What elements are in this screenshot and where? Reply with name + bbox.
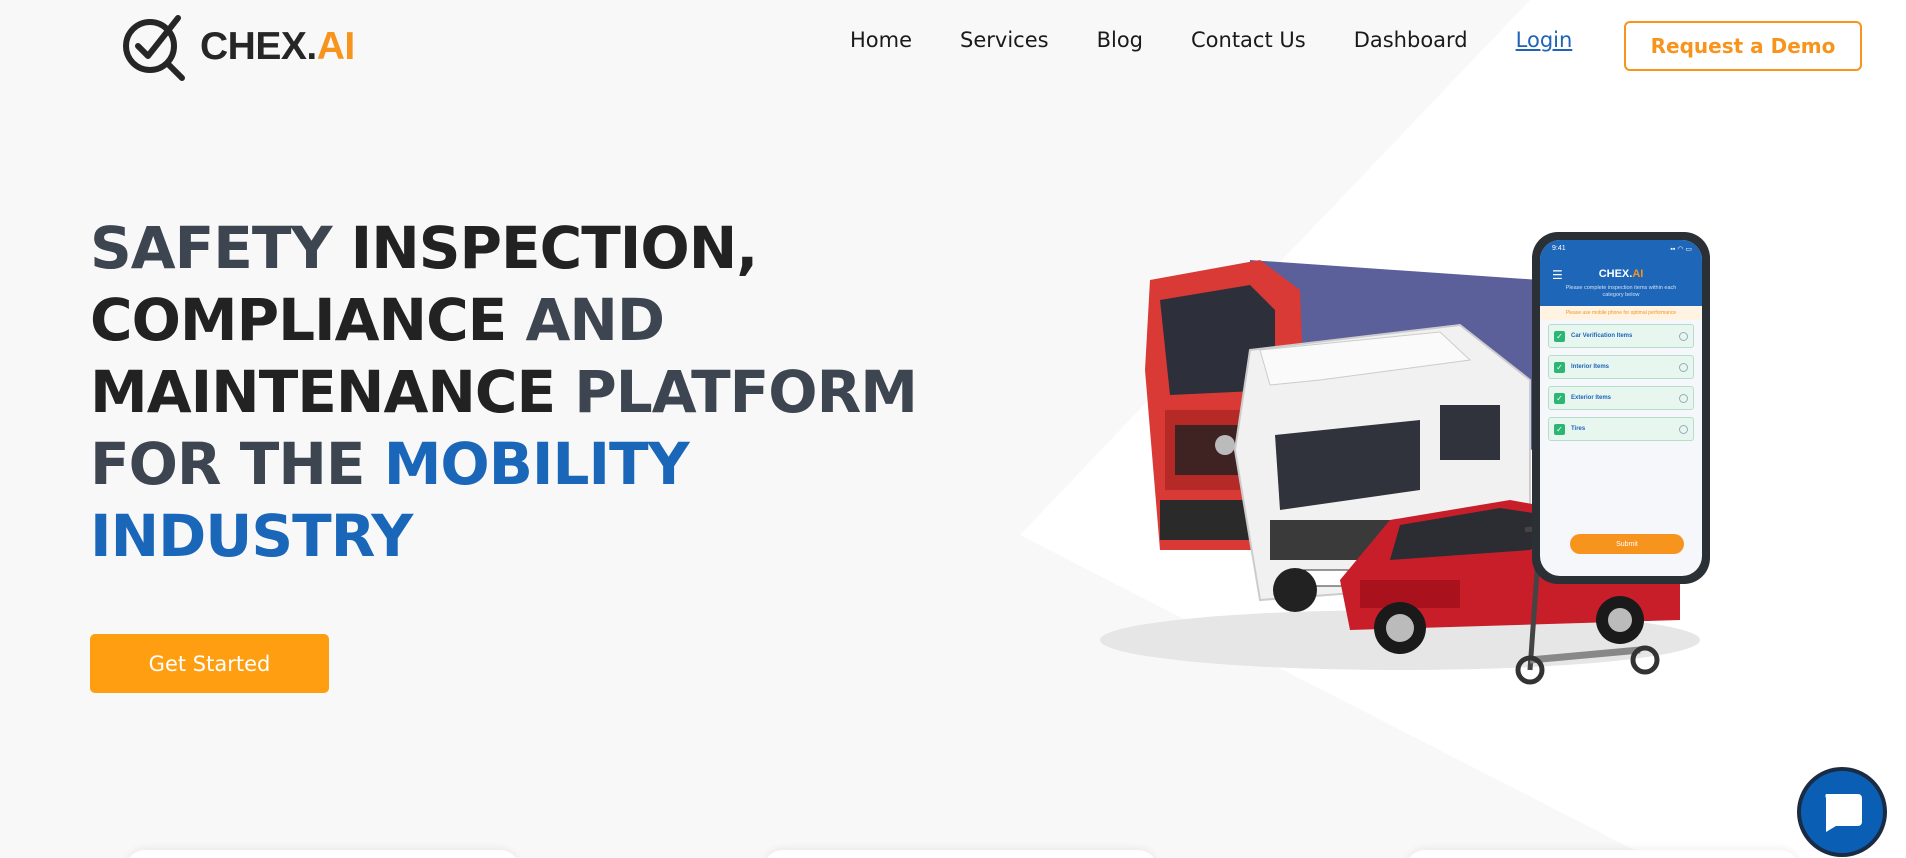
nav-blog[interactable]: Blog (1097, 28, 1143, 52)
phone-checklist-item: ✓ Interior Items (1548, 355, 1694, 379)
nav-home[interactable]: Home (850, 28, 912, 52)
phone-checklist-item: ✓ Exterior Items (1548, 386, 1694, 410)
feature-card-1 (125, 850, 520, 858)
info-icon (1679, 362, 1688, 372)
brand-wordmark: CHEX.AI (200, 25, 355, 68)
phone-checklist: ✓ Car Verification Items ✓ Interior Items … (1540, 320, 1702, 452)
phone-time: 9:41 (1552, 245, 1566, 252)
check-magnifier-icon (123, 15, 185, 81)
nav-dashboard[interactable]: Dashboard (1354, 28, 1468, 52)
brand-logo[interactable]: CHEX.AI (118, 12, 355, 82)
chat-launcher-button[interactable] (1797, 767, 1887, 857)
phone-subtitle: Please complete inspection items within … (1565, 285, 1677, 298)
phone-submit-button: Submit (1570, 534, 1684, 554)
get-started-button[interactable]: Get Started (90, 634, 329, 693)
nav-login[interactable]: Login (1516, 28, 1573, 52)
info-icon (1679, 424, 1688, 434)
phone-warning: Please use mobile phone for optimal perf… (1540, 306, 1702, 320)
nav-contact-us[interactable]: Contact Us (1191, 28, 1306, 52)
feature-card-3 (1405, 850, 1800, 858)
info-icon (1679, 331, 1688, 341)
phone-status-icons: ▪▪ ◠ ▭ (1670, 246, 1692, 253)
phone-header: 9:41 ▪▪ ◠ ▭ ☰ CHEX.AI Please complete in… (1540, 240, 1702, 306)
phone-logo: CHEX.AI (1598, 268, 1644, 280)
hero-heading: SAFETY INSPECTION, COMPLIANCE AND MAINTE… (90, 214, 918, 570)
chat-icon (1825, 794, 1862, 832)
request-demo-button[interactable]: Request a Demo (1624, 21, 1862, 71)
checkbox-checked-icon: ✓ (1554, 392, 1565, 404)
checkbox-checked-icon: ✓ (1554, 330, 1565, 342)
nav-services[interactable]: Services (960, 28, 1049, 52)
phone-checklist-item: ✓ Tires (1548, 417, 1694, 441)
phone-mockup: 9:41 ▪▪ ◠ ▭ ☰ CHEX.AI Please complete in… (1532, 232, 1710, 584)
info-icon (1679, 393, 1688, 403)
feature-card-2 (763, 850, 1158, 858)
main-nav: Home Services Blog Contact Us Dashboard … (850, 28, 1620, 52)
checkbox-checked-icon: ✓ (1554, 361, 1565, 373)
checkbox-checked-icon: ✓ (1554, 423, 1565, 435)
phone-checklist-item: ✓ Car Verification Items (1548, 324, 1694, 348)
phone-screen: 9:41 ▪▪ ◠ ▭ ☰ CHEX.AI Please complete in… (1540, 240, 1702, 576)
site-header: CHEX.AI Home Services Blog Contact Us Da… (0, 0, 1906, 92)
